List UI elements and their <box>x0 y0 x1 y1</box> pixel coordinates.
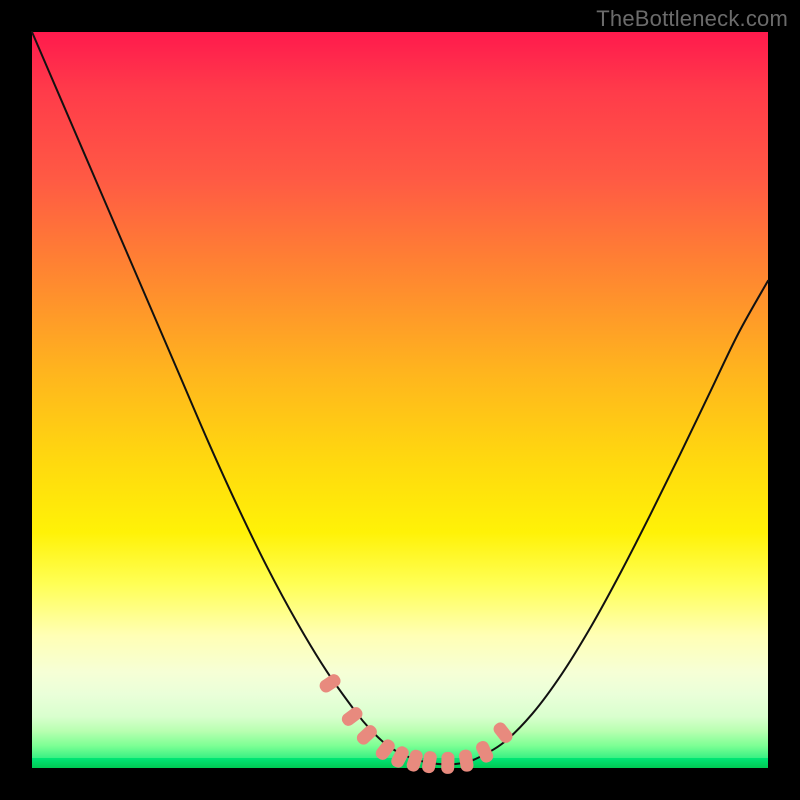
trough-marker-shape <box>441 752 455 774</box>
trough-markers-group <box>317 672 515 774</box>
trough-marker-shape <box>474 739 495 764</box>
bottleneck-curve <box>32 32 768 764</box>
trough-marker-shape <box>354 723 379 747</box>
trough-marker <box>441 752 455 774</box>
watermark-text: TheBottleneck.com <box>596 6 788 32</box>
trough-marker-shape <box>491 720 515 745</box>
chart-frame: TheBottleneck.com <box>0 0 800 800</box>
trough-marker <box>458 749 474 773</box>
trough-marker <box>491 720 515 745</box>
trough-marker <box>474 739 495 764</box>
trough-marker <box>354 723 379 747</box>
trough-marker-shape <box>421 750 438 774</box>
chart-svg <box>32 32 768 768</box>
trough-marker <box>421 750 438 774</box>
trough-marker-shape <box>458 749 474 773</box>
plot-area <box>32 32 768 768</box>
